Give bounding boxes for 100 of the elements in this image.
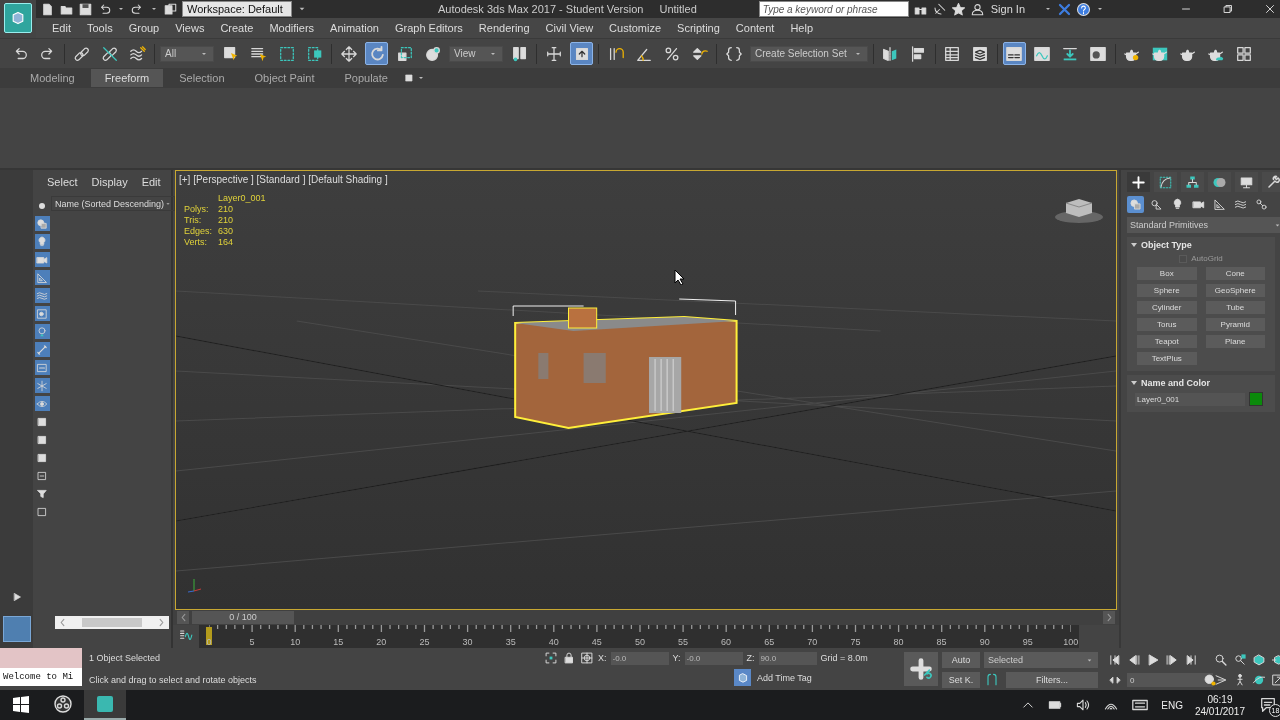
primitive-button[interactable]: Torus [1137,318,1197,331]
stat-value: 164 [218,237,235,247]
coordinate-field[interactable]: 90.0 [758,651,817,665]
frame-number: 30 [461,637,474,647]
ribbon-tab[interactable]: Modeling [16,69,89,87]
stat-label: Edges: [184,226,213,236]
clock-time[interactable]: 06:19 [1207,693,1233,705]
frame-number: 25 [418,637,431,647]
primitives-dropdown[interactable]: Standard Primitives [1127,217,1280,233]
primitive-button[interactable]: TextPlus [1137,352,1197,365]
stat-value: 210 [218,204,235,214]
coordinate-field[interactable]: -0.0 [610,651,669,665]
frame-number: 90 [978,637,991,647]
frame-number: 60 [720,637,733,647]
menu-item[interactable]: Views [167,18,213,38]
frame-number: 85 [935,637,948,647]
primitive-button[interactable]: GeoSphere [1205,284,1265,297]
stat-label: Polys: [184,204,210,214]
explorer-menu[interactable]: Select [41,176,84,188]
frame-number: 75 [849,637,862,647]
rollout-header[interactable]: Object Type [1131,240,1271,250]
frame-number: 100 [1062,637,1080,647]
name-field[interactable]: Layer0_001 [1135,392,1245,406]
frame-number: 45 [590,637,603,647]
frame-number: 95 [1021,637,1034,647]
menu-item[interactable]: Graph Editors [386,18,471,38]
menu-item[interactable]: Scripting [669,18,728,38]
primitive-button[interactable]: Tube [1205,301,1265,314]
frame-number: 5 [248,637,256,647]
column-header[interactable]: Name (Sorted Descending) [51,196,176,211]
primitive-button[interactable]: Plane [1205,335,1265,348]
frame-number: 65 [763,637,776,647]
menu-item[interactable]: Tools [78,18,121,38]
frame-number: 40 [547,637,560,647]
primitive-button[interactable]: Pyramid [1205,318,1265,331]
primitive-button[interactable]: Cone [1205,267,1265,280]
frame-field[interactable]: 0 [1127,673,1213,687]
ribbon-tab[interactable]: Object Paint [240,69,329,87]
stat-value: 210 [218,215,235,225]
frame-number: 20 [375,637,388,647]
explorer-menu[interactable]: Edit [135,176,167,188]
frame-number: 55 [677,637,690,647]
stat-label: Tris: [184,215,203,225]
track-bar[interactable]: 0 5 10 15 20 25 30 35 40 45 50 55 60 65 70 75 80 85 90 95 100 [199,625,1079,648]
menu-item[interactable]: Modifiers [261,18,323,38]
checkbox-label: AutoGrid [1191,254,1223,263]
primitive-button[interactable]: Teapot [1137,335,1197,348]
frame-number: 35 [504,637,517,647]
ribbon-tab[interactable]: Selection [165,69,239,87]
menu-item[interactable]: Edit [44,18,79,38]
primitive-button[interactable]: Cylinder [1137,301,1197,314]
stat-label: Verts: [184,237,208,247]
menu-item[interactable]: Create [212,18,262,38]
rollout-header[interactable]: Name and Color [1131,378,1271,388]
axis-label: Z: [746,653,755,663]
stat-value: 630 [218,226,235,236]
primitive-button[interactable]: Box [1137,267,1197,280]
menu-item[interactable]: Content [727,18,783,38]
search-field[interactable]: Type a keyword or phrase [758,1,909,17]
script-output: Welcome to Mi [0,668,82,686]
prompt-text: Click and drag to select and rotate objects [89,675,258,685]
toolbar-dropdown[interactable]: View [449,45,503,62]
viewport[interactable]: [+] [Perspective ] [Standard ] [Default Shading ] Layer0_001 Polys: 210 Tris: 210 Edges: 630 Verts: 164 [175,170,1117,610]
menu-item[interactable]: Help [782,18,821,38]
toolbar-dropdown[interactable]: All [160,45,214,62]
workspace-dropdown[interactable]: Workspace: Default [182,1,292,17]
frame-number: 80 [892,637,905,647]
toolbar-dropdown[interactable]: Create Selection Set [750,45,868,62]
grid-size: Grid = 8.0m [820,653,868,663]
time-tag-label: Add Time Tag [757,672,812,683]
frame-number: 10 [289,637,302,647]
menu-item[interactable]: Group [120,18,168,38]
auto-key-button[interactable]: Auto [942,652,980,668]
frame-number: 70 [806,637,819,647]
axis-label: Y: [672,653,681,663]
selection-status: 1 Object Selected [89,653,162,663]
frame-number: 50 [633,637,646,647]
explorer-menu[interactable]: Display [85,176,134,188]
key-filter-dropdown[interactable]: Selected [984,652,1098,668]
ribbon-tab[interactable]: Populate [330,69,402,87]
set-key-mode-button[interactable]: Set K. [942,672,980,688]
frame-number: 0 [205,637,213,647]
sign-in-button[interactable]: Sign In [988,3,1039,15]
document-name: Untitled [659,3,697,15]
menu-item[interactable]: Customize [601,18,670,38]
language-indicator[interactable]: ENG [1161,699,1183,711]
coordinate-field[interactable]: -0.0 [684,651,743,665]
menu-item[interactable]: Animation [322,18,387,38]
frame-number: 15 [332,637,345,647]
axis-label: X: [598,653,607,663]
frame-counter[interactable]: 0 / 100 [192,611,294,624]
primitive-button[interactable]: Sphere [1137,284,1197,297]
menu-item[interactable]: Rendering [470,18,538,38]
viewport-label[interactable]: [+] [Perspective ] [Standard ] [Default Shading ] [179,174,388,185]
filters-button[interactable]: Filters... [1006,672,1098,688]
clock-date[interactable]: 24/01/2017 [1194,705,1245,717]
menu-item[interactable]: Civil View [537,18,602,38]
window-title: Autodesk 3ds Max 2017 - Student Version [438,3,644,15]
object-name: Layer0_001 [218,193,266,203]
ribbon-tab[interactable]: Freeform [90,69,164,87]
